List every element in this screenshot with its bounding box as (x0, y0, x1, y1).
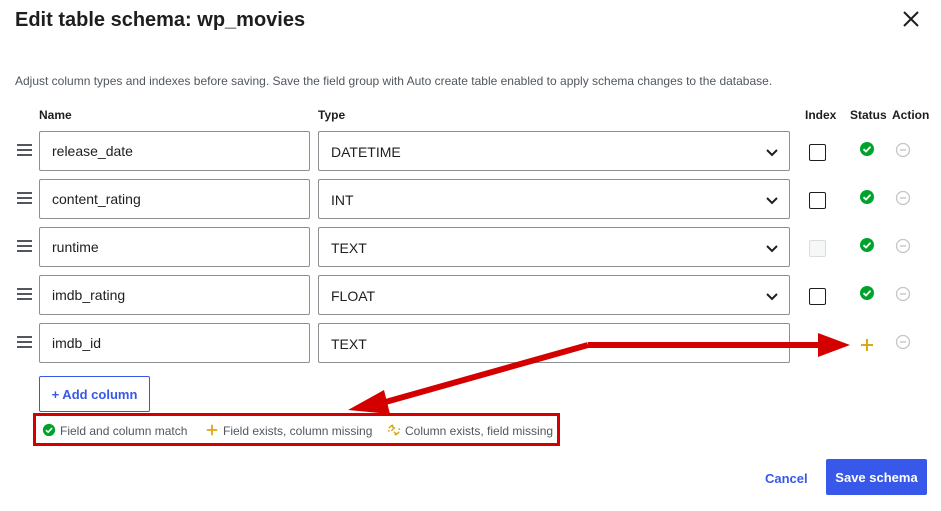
chevron-down-icon (766, 197, 778, 205)
plus-icon (861, 339, 873, 351)
drag-handle-icon[interactable] (17, 144, 32, 156)
chevron-down-icon (766, 149, 778, 157)
status-legend: Field and column match Field exists, col… (33, 413, 560, 446)
close-icon[interactable] (898, 6, 924, 32)
column-type-select[interactable]: INT (318, 179, 790, 219)
chevron-down-icon (766, 293, 778, 301)
schema-row: DATETIME (0, 131, 941, 171)
check-circle-icon (860, 286, 874, 300)
column-header-index: Index (805, 108, 837, 122)
index-checkbox[interactable] (809, 192, 826, 209)
column-type-select[interactable]: FLOAT (318, 275, 790, 315)
minus-circle-icon[interactable] (895, 334, 911, 350)
index-checkbox[interactable] (809, 288, 826, 305)
column-header-status: Status (850, 108, 887, 122)
page-title: Edit table schema: wp_movies (15, 9, 306, 31)
column-type-value: INT (331, 192, 354, 208)
check-circle-icon (860, 142, 874, 156)
legend-label: Field exists, column missing (223, 424, 373, 438)
minus-circle-icon[interactable] (895, 286, 911, 302)
dialog-description: Adjust column types and indexes before s… (15, 74, 773, 88)
column-type-value: DATETIME (331, 144, 401, 160)
schema-row: TEXT (0, 227, 941, 267)
legend-label: Column exists, field missing (405, 424, 554, 438)
drag-handle-icon[interactable] (17, 336, 32, 348)
minus-circle-icon[interactable] (895, 190, 911, 206)
schema-row: TEXT (0, 323, 941, 363)
column-name-input[interactable] (39, 227, 310, 267)
drag-handle-icon[interactable] (17, 240, 32, 252)
index-checkbox-disabled (809, 240, 826, 257)
index-checkbox[interactable] (809, 144, 826, 161)
minus-circle-icon[interactable] (895, 238, 911, 254)
column-type-value: TEXT (331, 240, 367, 256)
schema-row: INT (0, 179, 941, 219)
check-circle-icon (860, 190, 874, 204)
check-circle-icon (42, 423, 56, 437)
add-column-button[interactable]: + Add column (39, 376, 150, 412)
save-schema-button[interactable]: Save schema (826, 459, 927, 495)
column-type-select[interactable]: TEXT (318, 227, 790, 267)
column-name-input[interactable] (39, 179, 310, 219)
column-name-input[interactable] (39, 131, 310, 171)
column-name-input[interactable] (39, 323, 310, 363)
column-name-input[interactable] (39, 275, 310, 315)
column-type-select[interactable]: DATETIME (318, 131, 790, 171)
column-type-select[interactable]: TEXT (318, 323, 790, 363)
cancel-button[interactable]: Cancel (765, 471, 808, 486)
broken-link-icon (387, 424, 401, 436)
column-header-name: Name (39, 108, 72, 122)
plus-icon (206, 424, 218, 436)
column-header-action: Action (892, 108, 930, 122)
column-type-value: TEXT (331, 336, 367, 352)
column-header-type: Type (318, 108, 346, 122)
schema-row: FLOAT (0, 275, 941, 315)
drag-handle-icon[interactable] (17, 288, 32, 300)
drag-handle-icon[interactable] (17, 192, 32, 204)
chevron-down-icon (766, 245, 778, 253)
check-circle-icon (860, 238, 874, 252)
legend-label: Field and column match (60, 424, 188, 438)
minus-circle-icon[interactable] (895, 142, 911, 158)
column-type-value: FLOAT (331, 288, 376, 304)
